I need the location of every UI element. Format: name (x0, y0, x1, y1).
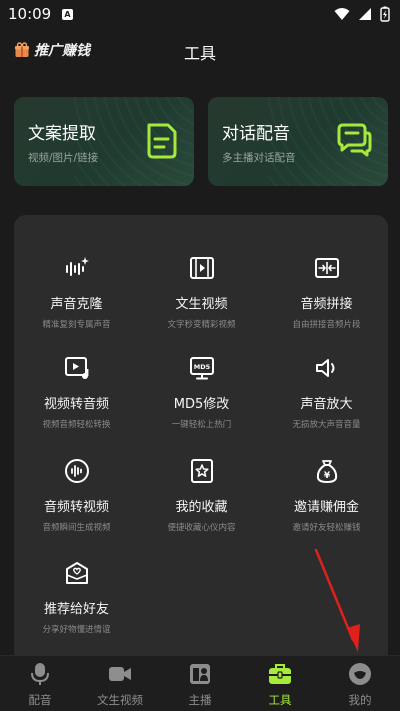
document-icon (147, 123, 177, 159)
tool-desc: 文字秒变精彩视频 (167, 320, 236, 330)
tool-name: 推荐给好友 (43, 602, 109, 617)
status-time: 10:09 (8, 5, 52, 23)
nav-item-anchor[interactable]: 主播 (160, 662, 240, 708)
tool-audio-to-video[interactable]: 音频转视频 音频瞬间生成视频 (14, 458, 139, 533)
money-bag-icon: ¥ (316, 460, 337, 483)
tool-name: 文生视频 (175, 297, 228, 312)
microphone-icon (31, 663, 49, 685)
feature-card-text-extract[interactable]: 文案提取 视频/图片/链接 (14, 97, 194, 186)
tool-name: 我的收藏 (175, 500, 228, 515)
tool-desc: 一键轻松上热门 (171, 420, 232, 430)
feature-card-subtitle: 视频/图片/链接 (28, 152, 99, 164)
tool-video-to-audio[interactable]: 视频转音频 视频音频轻松转换 (14, 355, 139, 430)
tool-md5-modify[interactable]: MD5 MD5修改 一键轻松上热门 (139, 355, 264, 430)
tool-invite-commission[interactable]: ¥ 邀请赚佣金 邀请好友轻松赚钱 (264, 458, 389, 533)
nav-label: 我的 (348, 693, 372, 707)
tools-panel: 声音克隆 精准复刻专属声音 文生视频 文字秒变精彩视频 音频拼接 自由拼接音频片… (14, 215, 388, 665)
battery-charging-icon (380, 6, 390, 22)
bottom-nav: 配音 文生视频 主播 工具 我的 (0, 655, 400, 711)
nav-label: 工具 (268, 693, 292, 707)
tool-name: 音频拼接 (300, 297, 353, 312)
nav-item-mine[interactable]: 我的 (320, 662, 400, 708)
wifi-icon (334, 8, 350, 20)
tool-name: 声音克隆 (50, 297, 103, 312)
heart-envelope-icon (65, 562, 88, 584)
tool-audio-merge[interactable]: 音频拼接 自由拼接音频片段 (264, 255, 389, 330)
tool-desc: 便捷收藏心仪内容 (167, 523, 236, 533)
svg-text:MD5: MD5 (193, 363, 210, 371)
notification-app-icon: A (62, 9, 73, 20)
nav-label: 主播 (188, 693, 212, 707)
toolbox-icon (269, 664, 291, 684)
tool-text-to-video[interactable]: 文生视频 文字秒变精彩视频 (139, 255, 264, 330)
tool-desc: 无损放大声音音量 (292, 420, 361, 430)
svg-text:¥: ¥ (323, 471, 330, 481)
feature-card-title: 文案提取 (28, 124, 96, 144)
video-camera-icon (109, 667, 131, 681)
nav-label: 文生视频 (97, 693, 143, 707)
tool-name: 声音放大 (300, 397, 353, 412)
feature-card-title: 对话配音 (222, 124, 290, 144)
tool-desc: 分享好物懂进情谊 (42, 625, 111, 635)
tool-desc: 音频瞬间生成视频 (42, 523, 111, 533)
feature-card-dialog-dubbing[interactable]: 对话配音 多主播对话配音 (208, 97, 388, 186)
tool-name: 视频转音频 (43, 397, 109, 412)
tool-name: 邀请赚佣金 (293, 500, 359, 515)
tool-desc: 精准复刻专属声音 (42, 320, 111, 330)
nav-item-tools[interactable]: 工具 (240, 662, 320, 708)
status-bar: 10:09 A (0, 0, 400, 28)
tool-my-favorites[interactable]: 我的收藏 便捷收藏心仪内容 (139, 458, 264, 533)
status-indicators (334, 6, 390, 22)
tool-recommend-friend[interactable]: 推荐给好友 分享好物懂进情谊 (14, 560, 139, 635)
audio-circle-icon (64, 459, 89, 483)
profile-icon (349, 663, 371, 685)
tool-voice-clone[interactable]: 声音克隆 精准复刻专属声音 (14, 255, 139, 330)
voice-wave-icon (65, 257, 89, 276)
page-title: 工具 (183, 44, 216, 63)
video-to-audio-icon (64, 357, 88, 379)
tool-volume-boost[interactable]: 声音放大 无损放大声音音量 (264, 355, 389, 430)
nav-label: 配音 (28, 693, 52, 707)
star-bookmark-icon (190, 459, 213, 483)
tool-name: 音频转视频 (43, 500, 109, 515)
anchor-icon (190, 664, 210, 684)
tool-desc: 视频音频轻松转换 (42, 420, 111, 430)
md5-monitor-icon: MD5 (189, 357, 214, 380)
merge-icon (314, 258, 339, 278)
tool-desc: 邀请好友轻松赚钱 (292, 523, 361, 533)
tool-name: MD5修改 (173, 397, 230, 412)
chat-bubbles-icon (337, 123, 372, 157)
nav-item-dubbing[interactable]: 配音 (0, 662, 80, 708)
tool-desc: 自由拼接音频片段 (292, 320, 361, 330)
speaker-icon (315, 359, 334, 377)
nav-item-text-video[interactable]: 文生视频 (80, 662, 160, 708)
film-play-icon (189, 257, 214, 279)
signal-icon (359, 8, 371, 20)
feature-card-subtitle: 多主播对话配音 (222, 152, 296, 164)
